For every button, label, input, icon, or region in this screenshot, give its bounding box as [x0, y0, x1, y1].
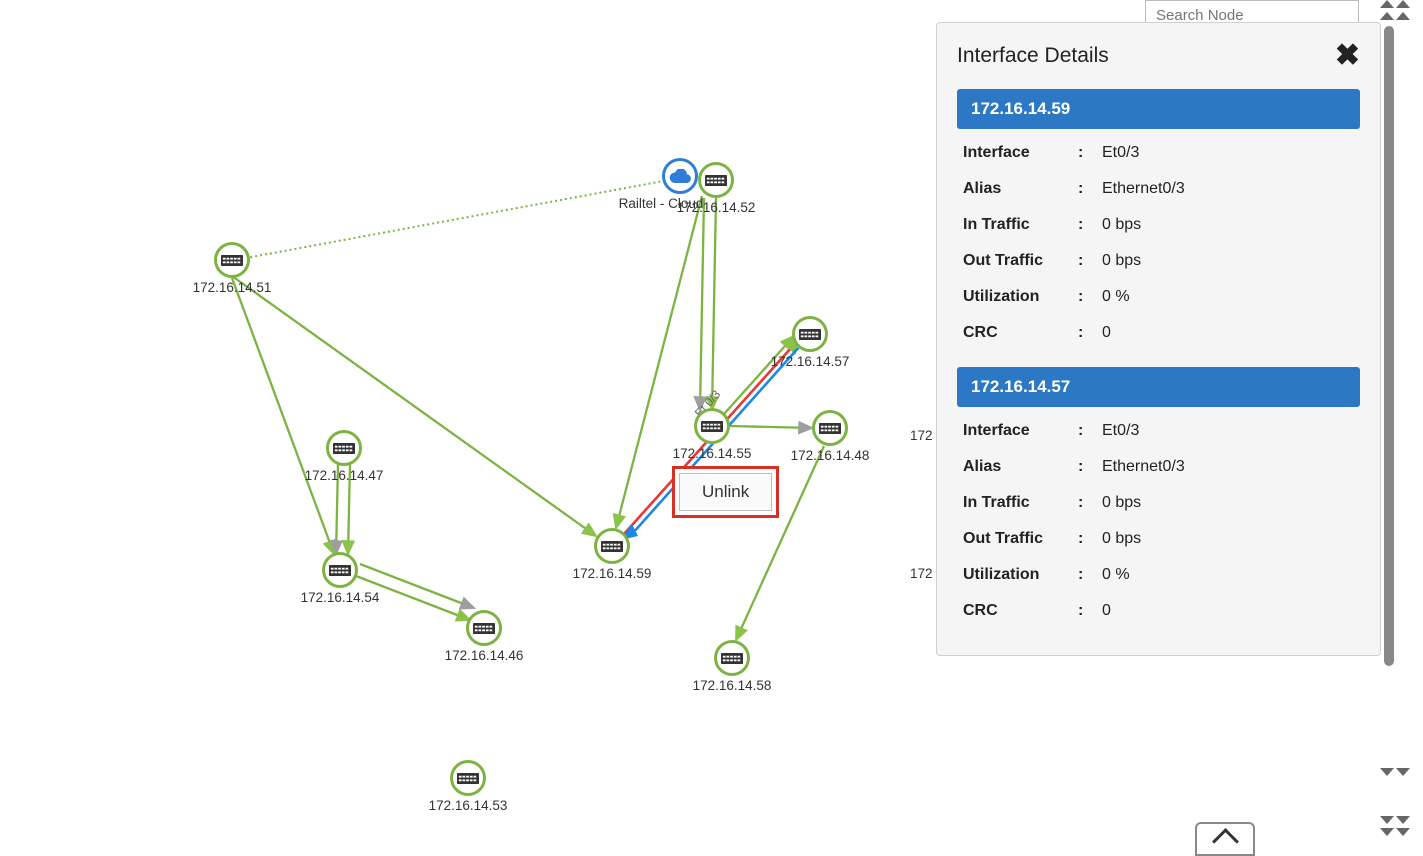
detail-row: Alias:Ethernet0/3 — [957, 171, 1360, 207]
detail-colon: : — [1078, 252, 1102, 270]
node-172-16-14-47[interactable] — [326, 430, 362, 466]
detail-value: 0 bps — [1102, 216, 1354, 234]
detail-value: 0 bps — [1102, 530, 1354, 548]
detail-key: Utilization — [963, 288, 1078, 306]
chevron-down-icon — [1396, 828, 1410, 836]
detail-row: Alias:Ethernet0/3 — [957, 449, 1360, 485]
link-context-menu: Unlink — [672, 466, 779, 518]
detail-key: Out Traffic — [963, 252, 1078, 270]
detail-colon: : — [1078, 530, 1102, 548]
node-172-16-14-46[interactable] — [466, 610, 502, 646]
node-172-16-14-48[interactable] — [812, 410, 848, 446]
expand-button[interactable] — [1195, 822, 1255, 856]
unlink-button[interactable]: Unlink — [679, 473, 772, 511]
detail-row: CRC:0 — [957, 315, 1360, 351]
detail-key: Utilization — [963, 566, 1078, 584]
detail-colon: : — [1078, 324, 1102, 342]
detail-key: In Traffic — [963, 216, 1078, 234]
detail-row: Out Traffic:0 bps — [957, 243, 1360, 279]
detail-value: Et0/3 — [1102, 422, 1354, 440]
detail-key: In Traffic — [963, 494, 1078, 512]
node-172-16-14-54[interactable] — [322, 552, 358, 588]
detail-key: Interface — [963, 422, 1078, 440]
detail-row: Utilization:0 % — [957, 557, 1360, 593]
detail-value: 0 bps — [1102, 494, 1354, 512]
detail-value: 0 bps — [1102, 252, 1354, 270]
detail-colon: : — [1078, 566, 1102, 584]
chevron-down-icon — [1396, 768, 1410, 776]
chevron-down-icon — [1396, 816, 1410, 824]
node-172-16-14-52[interactable] — [698, 162, 734, 198]
detail-key: Alias — [963, 180, 1078, 198]
detail-key: CRC — [963, 602, 1078, 620]
detail-value: Ethernet0/3 — [1102, 180, 1354, 198]
chevron-down-icon — [1380, 816, 1394, 824]
interface-details-panel: Interface Details ✖ 172.16.14.59 Interfac… — [936, 22, 1381, 656]
node-172-16-14-57[interactable] — [792, 316, 828, 352]
panel-scrollbar[interactable] — [1384, 26, 1394, 684]
detail-row: CRC:0 — [957, 593, 1360, 629]
node-172-16-14-53[interactable] — [450, 760, 486, 796]
detail-colon: : — [1078, 458, 1102, 476]
node-172-16-14-59[interactable] — [594, 528, 630, 564]
node-172-16-14-58[interactable] — [714, 640, 750, 676]
detail-row: Utilization:0 % — [957, 279, 1360, 315]
cloud-icon — [669, 169, 691, 183]
detail-colon: : — [1078, 216, 1102, 234]
detail-key: CRC — [963, 324, 1078, 342]
detail-row: In Traffic:0 bps — [957, 207, 1360, 243]
detail-colon: : — [1078, 144, 1102, 162]
detail-value: Et0/3 — [1102, 144, 1354, 162]
node-172-16-14-55[interactable] — [694, 408, 730, 444]
detail-value: 0 — [1102, 324, 1354, 342]
detail-colon: : — [1078, 180, 1102, 198]
chevron-up-icon — [1380, 12, 1394, 20]
detail-value: 0 % — [1102, 566, 1354, 584]
detail-colon: : — [1078, 288, 1102, 306]
detail-row: In Traffic:0 bps — [957, 485, 1360, 521]
detail-value: 0 % — [1102, 288, 1354, 306]
detail-row: Out Traffic:0 bps — [957, 521, 1360, 557]
chevron-down-icon — [1380, 768, 1394, 776]
detail-colon: : — [1078, 422, 1102, 440]
chevron-up-icon — [1212, 828, 1239, 855]
detail-row: Interface:Et0/3 — [957, 413, 1360, 449]
detail-value: 0 — [1102, 602, 1354, 620]
chevron-down-icon — [1380, 828, 1394, 836]
detail-key: Out Traffic — [963, 530, 1078, 548]
section-header: 172.16.14.57 — [957, 367, 1360, 407]
section-header: 172.16.14.59 — [957, 89, 1360, 129]
chevron-up-icon — [1380, 0, 1394, 8]
detail-key: Alias — [963, 458, 1078, 476]
nav-arrows-top[interactable] — [1371, 0, 1419, 20]
detail-row: Interface:Et0/3 — [957, 135, 1360, 171]
close-icon[interactable]: ✖ — [1335, 41, 1360, 71]
chevron-up-icon — [1396, 0, 1410, 8]
node-cloud[interactable] — [662, 158, 698, 194]
detail-value: Ethernet0/3 — [1102, 458, 1354, 476]
nav-arrows-bottom[interactable] — [1371, 768, 1419, 836]
detail-colon: : — [1078, 602, 1102, 620]
chevron-up-icon — [1396, 12, 1410, 20]
panel-title: Interface Details — [957, 44, 1109, 68]
detail-colon: : — [1078, 494, 1102, 512]
detail-key: Interface — [963, 144, 1078, 162]
node-172-16-14-51[interactable] — [214, 242, 250, 278]
